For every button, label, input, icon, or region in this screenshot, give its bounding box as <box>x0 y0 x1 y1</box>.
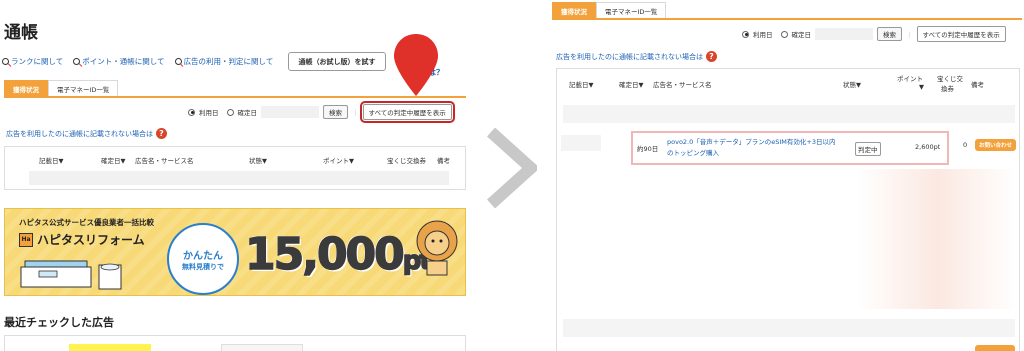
row-lottery: 0 <box>963 141 968 149</box>
tab-divider <box>4 96 466 98</box>
date-input[interactable] <box>815 28 873 40</box>
row-points: 2,600pt <box>915 143 941 151</box>
filter-bar: 利用日 確定日 検索 ｜ すべての判定中履歴を表示 <box>188 101 455 123</box>
radio-use-date[interactable] <box>742 30 749 38</box>
col-lottery: 宝くじ交換券 <box>387 157 426 165</box>
comparison-screenshot: 通帳 ランクに関して ポイント・通帳に関して 広告の利用・判定に関して 通帳（お… <box>0 0 1024 351</box>
col-points[interactable]: ポイント <box>897 73 923 83</box>
link-points[interactable]: ポイント・通帳に関して <box>73 56 165 67</box>
radio-confirm-label: 確定日 <box>791 31 812 39</box>
separator: ｜ <box>906 31 913 39</box>
col-remarks: 備考 <box>971 81 984 89</box>
free-estimate-badge: かんたん 無料見積りで <box>167 223 239 295</box>
col-points[interactable]: ポイント▼ <box>323 155 354 165</box>
inquiry-button[interactable] <box>975 345 1015 351</box>
show-all-pending-button[interactable]: すべての判定中履歴を表示 <box>359 101 455 123</box>
col-points-sort[interactable]: ▼ <box>919 83 924 91</box>
missing-entry-note[interactable]: 広告を利用したのに通帳に記載されない場合は ? <box>6 128 167 139</box>
col-status[interactable]: 状態▼ <box>843 79 861 89</box>
col-name: 広告名・サービス名 <box>135 157 194 165</box>
inquiry-button[interactable]: お問い合わせ <box>975 139 1017 151</box>
link-rank[interactable]: ランクに関して <box>2 56 63 67</box>
reform-ad-banner[interactable]: ハピタス公式サービス優良業者一括比較 Ha ハピタスリフォーム かんたん 無料見… <box>4 208 466 296</box>
row-ad-name-2[interactable]: のトッピング購入 <box>667 147 719 157</box>
badge-line1: かんたん <box>183 250 223 262</box>
col-confirm[interactable]: 確定日▼ <box>619 79 644 89</box>
passbook-page-after: 獲得状況 電子マネーID一覧 利用日 確定日 検索 ｜ すべての判定中履歴を表示… <box>546 0 1024 351</box>
banner-logo: Ha ハピタスリフォーム <box>19 231 145 248</box>
blurred-area <box>857 169 1017 309</box>
col-name: 広告名・サービス名 <box>653 81 712 89</box>
recent-ad-thumb[interactable] <box>69 344 151 351</box>
help-links: ランクに関して ポイント・通帳に関して 広告の利用・判定に関して <box>2 56 273 67</box>
recent-ads-list <box>4 335 466 351</box>
separator: ｜ <box>352 109 359 117</box>
date-input[interactable] <box>261 106 319 118</box>
radio-confirm-label: 確定日 <box>237 109 258 117</box>
filter-bar: 利用日 確定日 検索 ｜ すべての判定中履歴を表示 <box>742 26 1006 42</box>
tab-earned[interactable]: 獲得状況 <box>552 2 596 18</box>
link-points-label: ポイント・通帳に関して <box>82 57 165 66</box>
search-icon <box>2 58 9 65</box>
col-confirm[interactable]: 確定日▼ <box>101 155 126 165</box>
link-ads[interactable]: 広告の利用・判定に関して <box>174 56 274 67</box>
col-date[interactable]: 記載日▼ <box>569 79 594 89</box>
banner-subtitle: ハピタス公式サービス優良業者一括比較 <box>19 218 154 227</box>
tab-divider <box>552 18 1022 20</box>
row-status-badge: 判定中 <box>855 142 881 156</box>
chevron-right-icon <box>486 128 537 208</box>
blurred-row <box>563 105 1015 123</box>
search-icon <box>73 58 81 65</box>
trial-passbook-button[interactable]: 通帳（お試し版）を試す <box>288 52 386 71</box>
show-all-pending-button[interactable]: すべての判定中履歴を表示 <box>916 26 1006 42</box>
kitchen-illustration-icon <box>20 260 122 290</box>
question-icon: ? <box>706 51 717 62</box>
radio-use-date[interactable] <box>188 108 195 116</box>
tab-emoney[interactable]: 電子マネーID一覧 <box>596 2 667 18</box>
missing-entry-note[interactable]: 広告を利用したのに通帳に記載されない場合は ? <box>556 51 717 62</box>
col-status[interactable]: 状態▼ <box>249 155 267 165</box>
amount-number: 15,000 <box>244 228 405 281</box>
col-date[interactable]: 記載日▼ <box>39 155 64 165</box>
question-icon: ? <box>156 128 167 139</box>
radio-use-label: 利用日 <box>199 109 219 117</box>
tab-earned[interactable]: 獲得状況 <box>4 80 48 96</box>
tabs: 獲得状況 電子マネーID一覧 <box>4 80 119 96</box>
logo-mark: Ha <box>19 232 33 247</box>
col-lottery: 宝くじ交 <box>937 75 963 83</box>
link-ads-label: 広告の利用・判定に関して <box>183 57 274 66</box>
note-text: 広告を利用したのに通帳に記載されない場合は <box>6 129 153 138</box>
blurred-row <box>563 319 1015 337</box>
logo-text: ハピタスリフォーム <box>37 233 145 247</box>
map-pin-icon <box>394 34 438 96</box>
history-table: 記載日▼ 確定日▼ 広告名・サービス名 状態▼ ポイント ▼ 宝くじ交 換券 備… <box>556 68 1020 351</box>
row-ad-name[interactable]: povo2.0「音声＋データ」プランのeSIM有効化+3日以内 <box>667 136 836 146</box>
blurred-date <box>561 135 601 151</box>
link-rank-label: ランクに関して <box>11 57 64 66</box>
history-table: 記載日▼ 確定日▼ 広告名・サービス名 状態▼ ポイント▼ 宝くじ交換券 備考 <box>4 146 466 190</box>
banner-amount: 15,000pt <box>244 228 432 281</box>
recent-ads-title: 最近チェックした広告 <box>4 316 114 329</box>
search-button[interactable]: 検索 <box>323 105 348 119</box>
badge-line2: 無料見積りで <box>182 262 224 271</box>
col-remarks: 備考 <box>437 157 450 165</box>
lion-mascot-icon <box>416 220 458 276</box>
radio-confirm-date[interactable] <box>226 108 234 116</box>
blurred-row <box>29 171 449 185</box>
passbook-page-before: 通帳 ランクに関して ポイント・通帳に関して 広告の利用・判定に関して 通帳（お… <box>0 0 470 351</box>
page-title: 通帳 <box>4 23 38 43</box>
recent-ad-thumb[interactable] <box>221 344 303 351</box>
note-text: 広告を利用したのに通帳に記載されない場合は <box>556 52 703 61</box>
row-confirm-date: 約90日 <box>637 145 659 153</box>
pending-row-highlight[interactable]: 約90日 povo2.0「音声＋データ」プランのeSIM有効化+3日以内 のトッ… <box>631 131 949 165</box>
search-button[interactable]: 検索 <box>877 27 902 41</box>
tabs: 獲得状況 電子マネーID一覧 <box>552 2 667 18</box>
tab-emoney[interactable]: 電子マネーID一覧 <box>48 80 119 96</box>
radio-use-label: 利用日 <box>753 31 773 39</box>
radio-confirm-date[interactable] <box>780 30 788 38</box>
col-lottery-2: 換券 <box>941 85 954 93</box>
search-icon <box>174 58 182 65</box>
